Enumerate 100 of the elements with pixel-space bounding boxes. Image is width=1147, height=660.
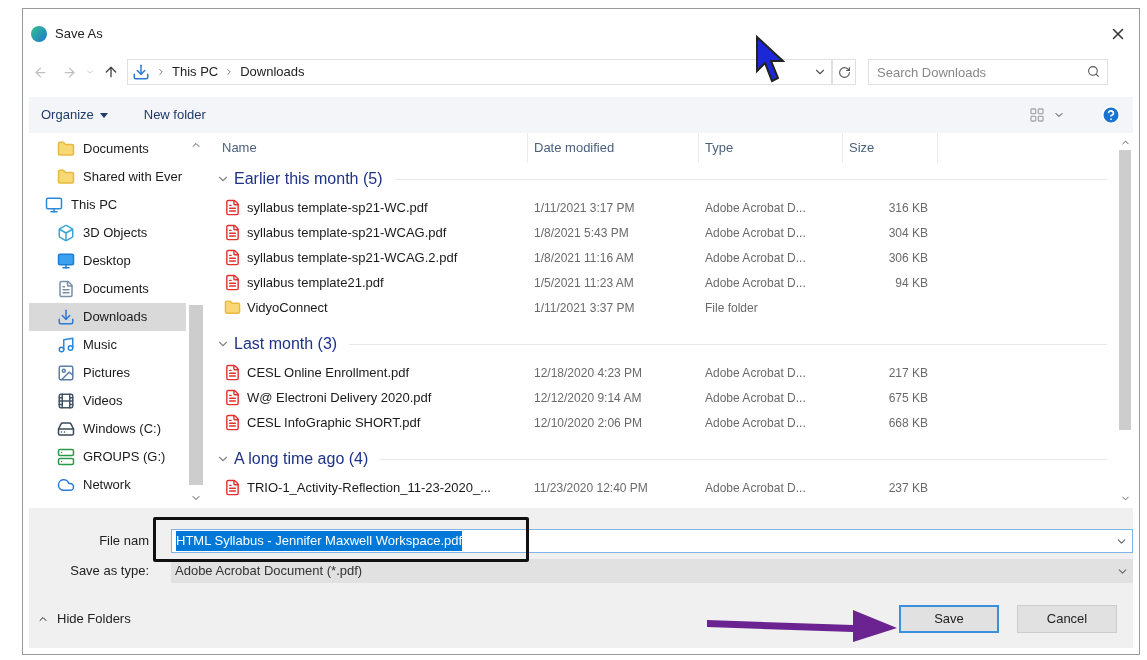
type-cell: Adobe Acrobat D... xyxy=(705,390,806,405)
file-row[interactable]: syllabus template-sp21-WCAG.2.pdf 1/8/2021 11:16 AM Adobe Acrobat D... 306 KB xyxy=(216,245,1117,270)
column-header[interactable]: Date modified xyxy=(534,138,615,158)
document-icon xyxy=(57,280,75,298)
file-row[interactable]: TRIO-1_Activity-Reflection_11-23-2020_... 11/23/2020 12:40 PM Adobe Acrobat D... 237 KB xyxy=(216,475,1117,500)
pdf-file-icon xyxy=(224,224,241,241)
type-cell: File folder xyxy=(705,300,758,315)
folder-icon xyxy=(57,168,75,186)
help-icon[interactable] xyxy=(1101,105,1121,125)
pdf-file-icon xyxy=(224,364,241,381)
file-name: VidyoConnect xyxy=(247,298,328,317)
breadcrumb-item[interactable]: This PC xyxy=(172,62,219,82)
breadcrumb-item[interactable]: Downloads xyxy=(240,62,305,82)
file-name-value: HTML Syllabus - Jennifer Maxwell Workspace.pdf xyxy=(176,531,463,551)
file-name-field[interactable]: HTML Syllabus - Jennifer Maxwell Workspace.pdf xyxy=(171,529,1133,553)
sidebar-item[interactable]: Music xyxy=(29,331,186,359)
save-type-dropdown[interactable]: Adobe Acrobat Document (*.pdf) xyxy=(171,559,1133,583)
sidebar-item[interactable]: Downloads xyxy=(29,303,186,331)
save-type-label: Save as type: xyxy=(69,562,150,581)
type-cell: Adobe Acrobat D... xyxy=(705,365,806,380)
group-heading[interactable]: A long time ago (4) xyxy=(234,447,369,471)
column-header[interactable]: Type xyxy=(705,138,734,158)
desktop-icon xyxy=(57,252,75,270)
sidebar-item[interactable]: Windows (C:) xyxy=(29,415,186,443)
size-cell: 316 KB xyxy=(888,200,928,215)
film-icon xyxy=(57,392,75,410)
dialog-button[interactable]: Save xyxy=(899,605,999,633)
pdf-file-icon xyxy=(224,479,241,496)
size-cell: 237 KB xyxy=(888,480,928,495)
pdf-file-icon xyxy=(224,414,241,431)
cube-icon xyxy=(57,224,75,242)
download-icon xyxy=(132,63,150,81)
recent-locations-icon[interactable] xyxy=(85,67,95,77)
type-cell: Adobe Acrobat D... xyxy=(705,275,806,290)
forward-icon[interactable] xyxy=(62,64,77,80)
pdf-file-icon xyxy=(224,199,241,216)
column-header[interactable]: Name xyxy=(222,138,257,158)
date-cell: 1/8/2021 11:16 AM xyxy=(534,250,634,265)
separator-icon xyxy=(156,67,166,77)
size-cell: 304 KB xyxy=(888,225,928,240)
drive-icon xyxy=(57,420,75,438)
file-name: syllabus template-sp21-WCAG.2.pdf xyxy=(247,248,458,267)
refresh-button[interactable] xyxy=(832,59,856,85)
type-cell: Adobe Acrobat D... xyxy=(705,225,806,240)
sidebar-item[interactable]: Shared with Ever xyxy=(29,163,186,191)
file-row[interactable]: CESL InfoGraphic SHORT.pdf 12/10/2020 2:06 PM Adobe Acrobat D... 668 KB xyxy=(216,410,1117,435)
file-row[interactable]: W@ Electroni Delivery 2020.pdf 12/12/2020 9:14 AM Adobe Acrobat D... 675 KB xyxy=(216,385,1117,410)
sidebar-item[interactable]: This PC xyxy=(29,191,186,219)
file-row[interactable]: VidyoConnect 1/11/2021 3:37 PM File folder xyxy=(216,295,1117,320)
network-icon xyxy=(57,476,75,494)
back-icon[interactable] xyxy=(33,64,48,80)
date-cell: 11/23/2020 12:40 PM xyxy=(534,480,648,495)
sidebar-item[interactable]: Network xyxy=(29,471,186,499)
dialog-button[interactable]: Cancel xyxy=(1017,605,1117,633)
column-header[interactable]: Size xyxy=(849,138,875,158)
sidebar-item[interactable]: Videos xyxy=(29,387,186,415)
up-icon[interactable] xyxy=(103,64,119,80)
file-row[interactable]: syllabus template-sp21-WCAG.pdf 1/8/2021 5:43 PM Adobe Acrobat D... 304 KB xyxy=(216,220,1117,245)
size-cell: 306 KB xyxy=(888,250,928,265)
date-cell: 12/10/2020 2:06 PM xyxy=(534,415,643,430)
sidebar-item[interactable]: 3D Objects xyxy=(29,219,186,247)
date-cell: 1/11/2021 3:17 PM xyxy=(534,200,635,215)
sidebar-item[interactable]: GROUPS (G:) xyxy=(29,443,186,471)
type-cell: Adobe Acrobat D... xyxy=(705,480,806,495)
picture-icon xyxy=(57,364,75,382)
file-name: syllabus template21.pdf xyxy=(247,273,384,292)
sidebar-item[interactable]: Desktop xyxy=(29,247,186,275)
sidebar-item[interactable]: Documents xyxy=(29,275,186,303)
file-row[interactable]: syllabus template21.pdf 1/5/2021 11:23 AM Adobe Acrobat D... 94 KB xyxy=(216,270,1117,295)
group-heading[interactable]: Earlier this month (5) xyxy=(234,167,383,191)
file-name: syllabus template-sp21-WC.pdf xyxy=(247,198,428,217)
file-name: W@ Electroni Delivery 2020.pdf xyxy=(247,388,432,407)
organize-menu[interactable]: Organize xyxy=(41,105,108,125)
music-note-icon xyxy=(57,336,75,354)
date-cell: 12/18/2020 4:23 PM xyxy=(534,365,643,380)
browser-logo-icon xyxy=(31,26,47,42)
size-cell: 675 KB xyxy=(888,390,928,405)
sidebar-item[interactable]: Pictures xyxy=(29,359,186,387)
search-icon xyxy=(1087,65,1100,78)
date-cell: 1/5/2021 11:23 AM xyxy=(534,275,634,290)
group-heading[interactable]: Last month (3) xyxy=(234,332,338,356)
pdf-file-icon xyxy=(224,249,241,266)
address-bar[interactable]: This PC Downloads xyxy=(127,59,832,85)
new-folder-button[interactable]: New folder xyxy=(143,105,206,125)
size-cell: 94 KB xyxy=(895,275,928,290)
view-icon[interactable] xyxy=(1029,107,1045,123)
download-icon xyxy=(57,308,75,326)
file-row[interactable]: syllabus template-sp21-WC.pdf 1/11/2021 3:17 PM Adobe Acrobat D... 316 KB xyxy=(216,195,1117,220)
file-name: TRIO-1_Activity-Reflection_11-23-2020_... xyxy=(247,478,491,497)
file-row[interactable]: CESL Online Enrollment.pdf 12/18/2020 4:23 PM Adobe Acrobat D... 217 KB xyxy=(216,360,1117,385)
network-drive-icon xyxy=(57,448,75,466)
hide-folders-button[interactable]: Hide Folders xyxy=(37,609,131,629)
search-field[interactable]: Search Downloads xyxy=(868,59,1108,85)
size-cell: 668 KB xyxy=(888,415,928,430)
type-cell: Adobe Acrobat D... xyxy=(705,415,806,430)
monitor-icon xyxy=(45,196,63,214)
folder-icon xyxy=(224,299,241,316)
window-title: Save As xyxy=(55,25,103,44)
sidebar-item[interactable]: Documents xyxy=(29,135,186,163)
size-cell: 217 KB xyxy=(888,365,928,380)
